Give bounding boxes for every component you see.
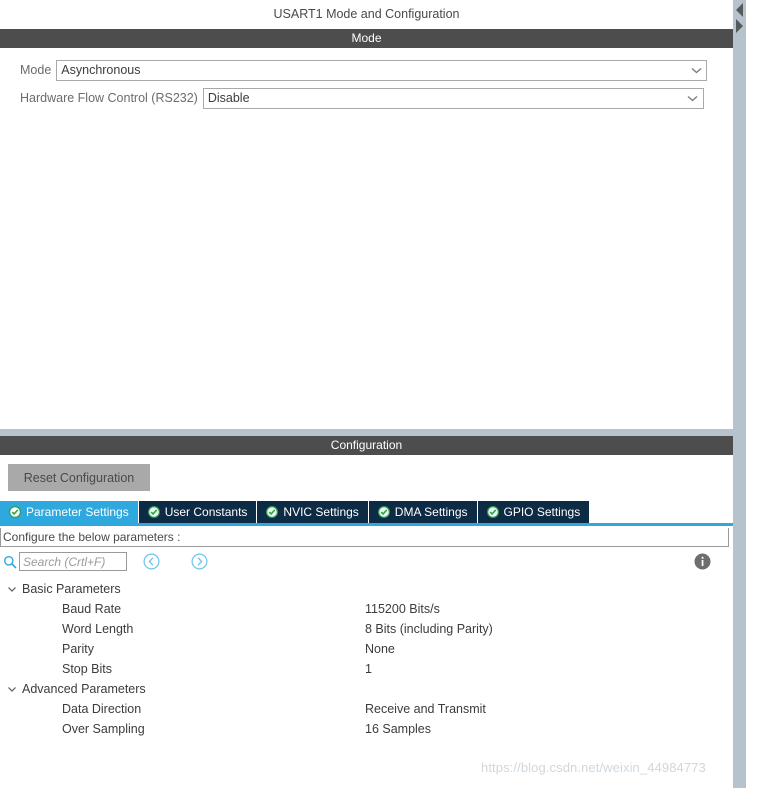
- panel-separator: [0, 429, 733, 436]
- hardware-flow-control-value: Disable: [207, 91, 250, 105]
- hardware-flow-control-dropdown[interactable]: Disable: [202, 87, 704, 109]
- panel-splitter[interactable]: [733, 0, 746, 788]
- chevron-down-icon: [683, 89, 703, 108]
- page-title: USART1 Mode and Configuration: [0, 0, 733, 28]
- parameter-group-basic-parameters[interactable]: Basic Parameters: [0, 579, 729, 599]
- parameter-value: 8 Bits (including Parity): [365, 622, 493, 636]
- parameter-row[interactable]: Parity None: [0, 639, 729, 659]
- parameter-row[interactable]: Word Length 8 Bits (including Parity): [0, 619, 729, 639]
- tab-parameter-settings[interactable]: Parameter Settings: [0, 501, 139, 523]
- parameter-label: Data Direction: [62, 702, 142, 716]
- parameter-label: Baud Rate: [62, 602, 122, 616]
- circle-arrow-left-icon[interactable]: [143, 553, 160, 570]
- parameter-tree: Basic Parameters Baud Rate 115200 Bits/s Wo…: [0, 579, 729, 739]
- tab-label: DMA Settings: [394, 505, 468, 519]
- parameter-row[interactable]: Stop Bits 1: [0, 659, 729, 679]
- green-check-icon: [486, 505, 499, 519]
- hardware-flow-control-label: Hardware Flow Control (RS232): [20, 91, 198, 105]
- tab-label: GPIO Settings: [503, 505, 581, 519]
- chevron-down-icon[interactable]: [5, 582, 19, 596]
- parameter-value: None: [365, 642, 395, 656]
- tab-gpio-settings[interactable]: GPIO Settings: [477, 501, 591, 523]
- parameter-value: 1: [365, 662, 372, 676]
- parameter-value: Receive and Transmit: [365, 702, 486, 716]
- green-check-icon: [266, 505, 279, 519]
- configuration-section-header: Configuration: [0, 436, 733, 455]
- reset-configuration-button[interactable]: Reset Configuration: [8, 464, 150, 491]
- parameter-group-label: Basic Parameters: [22, 582, 121, 596]
- tab-label: NVIC Settings: [283, 505, 359, 519]
- mode-field-row: Mode Asynchronous: [0, 59, 708, 81]
- parameter-label: Over Sampling: [62, 722, 145, 736]
- tab-underline: [0, 523, 733, 526]
- tab-dma-settings[interactable]: DMA Settings: [368, 501, 478, 523]
- parameter-row[interactable]: Data Direction Receive and Transmit: [0, 699, 729, 719]
- green-check-icon: [8, 505, 22, 519]
- search-input[interactable]: [19, 552, 127, 571]
- green-check-icon: [377, 505, 390, 519]
- parameter-value: 16 Samples: [365, 722, 432, 736]
- tab-label: Parameter Settings: [26, 505, 129, 519]
- search-icon: [3, 555, 17, 569]
- chevron-down-icon[interactable]: [5, 682, 19, 696]
- configuration-tab-bar: Parameter Settings User Constants NVIC Set…: [0, 501, 733, 523]
- watermark-text: https://blog.csdn.net/weixin_44984773: [481, 760, 706, 775]
- green-check-icon: [147, 505, 160, 519]
- parameter-group-label: Advanced Parameters: [22, 682, 146, 696]
- right-gutter: [746, 0, 762, 788]
- parameter-label: Word Length: [62, 622, 134, 636]
- parameter-row[interactable]: Baud Rate 115200 Bits/s: [0, 599, 729, 619]
- mode-dropdown-value: Asynchronous: [61, 63, 141, 77]
- tab-user-constants[interactable]: User Constants: [138, 501, 258, 523]
- chevron-down-icon: [686, 61, 706, 80]
- info-icon[interactable]: [694, 553, 711, 570]
- parameter-label: Stop Bits: [62, 662, 113, 676]
- hardware-flow-control-field-row: Hardware Flow Control (RS232) Disable: [0, 87, 704, 109]
- main-panel: USART1 Mode and Configuration Mode Mode …: [0, 0, 733, 788]
- triangle-left-icon[interactable]: [734, 2, 745, 18]
- mode-section-header: Mode: [0, 29, 733, 48]
- tab-label: User Constants: [164, 505, 248, 519]
- mode-dropdown[interactable]: Asynchronous: [56, 59, 708, 81]
- parameter-label: Parity: [62, 642, 94, 656]
- triangle-right-icon[interactable]: [734, 18, 745, 34]
- circle-arrow-right-icon[interactable]: [191, 553, 208, 570]
- parameter-value: 115200 Bits/s: [365, 602, 440, 616]
- usart1-configuration-window: USART1 Mode and Configuration Mode Mode …: [0, 0, 762, 788]
- configuration-section-body: Reset Configuration Parameter Settings Us…: [0, 455, 733, 788]
- configure-parameters-label: Configure the below parameters :: [0, 528, 729, 547]
- mode-section-body: Mode Asynchronous Hardware Flow Control …: [0, 48, 733, 429]
- mode-field-label: Mode: [20, 63, 52, 77]
- parameter-row[interactable]: Over Sampling 16 Samples: [0, 719, 729, 739]
- search-toolbar: [0, 551, 729, 575]
- tab-nvic-settings[interactable]: NVIC Settings: [257, 501, 369, 523]
- parameter-group-advanced-parameters[interactable]: Advanced Parameters: [0, 679, 729, 699]
